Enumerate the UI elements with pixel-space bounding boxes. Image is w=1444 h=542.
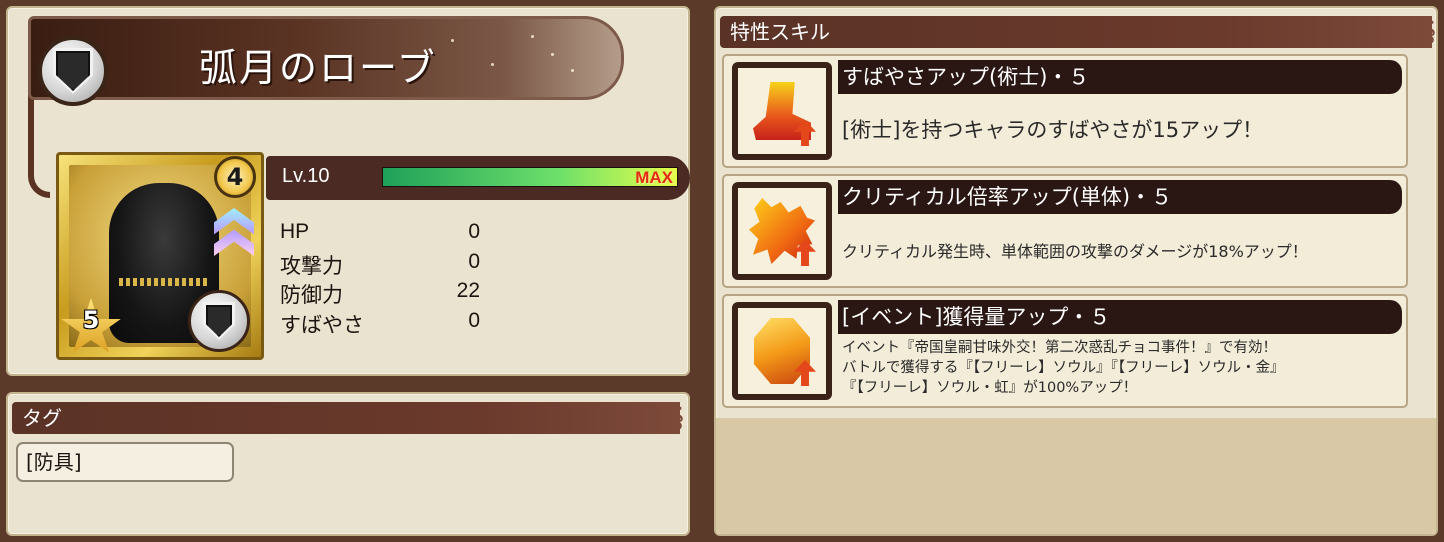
decorative-frame (28, 88, 50, 198)
swirl-ornament: § (1422, 15, 1436, 48)
shield-icon (53, 48, 93, 94)
tag-header-label: タグ (22, 406, 62, 430)
tag-header: タグ § (12, 402, 684, 434)
stat-row: HP 0 (280, 220, 480, 250)
level-label: Lv.10 (282, 165, 330, 187)
skill-item[interactable]: クリティカル倍率アップ(単体)・５ クリティカル発生時、単体範囲の攻撃のダメージ… (722, 174, 1408, 288)
skill-item[interactable]: すばやさアップ(術士)・５ [術士]を持つキャラのすばやさが15アップ！ (722, 54, 1408, 168)
skill-title: [イベント]獲得量アップ・５ (838, 300, 1402, 334)
stat-name: 防御力 (280, 284, 343, 307)
item-detail-panel: 弧月のローブ 4 5 Lv.10 MAX HP 0 攻撃力 0 防御力 22 すばやさ 0 (6, 6, 690, 376)
skill-header-label: 特性スキル (730, 20, 830, 44)
exp-gauge: MAX (382, 167, 678, 187)
stats-list: HP 0 攻撃力 0 防御力 22 すばやさ 0 (280, 220, 480, 338)
card-type-badge (188, 290, 250, 352)
equipment-type-emblem (38, 36, 108, 106)
skill-icon-frame (732, 62, 832, 160)
skill-desc: イベント『帝国皇嗣甘味外交！第二次惑乱チョコ事件！』で有効！ バトルで獲得する『… (842, 338, 1398, 398)
rarity-level-badge: 4 (214, 156, 256, 198)
exp-gauge-fill (383, 168, 677, 186)
stat-value: 0 (468, 249, 480, 273)
stat-value: 0 (468, 220, 480, 243)
stat-row: 防御力 22 (280, 279, 480, 309)
item-name: 弧月のローブ (199, 46, 437, 90)
shield-icon (203, 302, 235, 340)
skill-icon-frame (732, 182, 832, 280)
stat-value: 0 (468, 308, 480, 332)
tag-panel: タグ § [防具] (6, 392, 690, 536)
skill-desc-line: バトルで獲得する『【フリーレ】ソウル』『【フリーレ】ソウル・金』 (842, 360, 1285, 376)
skill-title: クリティカル倍率アップ(単体)・５ (838, 180, 1402, 214)
skill-desc: [術士]を持つキャラのすばやさが15アップ！ (842, 118, 1264, 142)
stat-row: すばやさ 0 (280, 309, 480, 339)
max-label: MAX (635, 168, 673, 187)
stat-row: 攻撃力 0 (280, 250, 480, 280)
skill-icon-frame (732, 302, 832, 400)
skill-header: 特性スキル § (720, 16, 1436, 48)
skill-title: すばやさアップ(術士)・５ (838, 60, 1402, 94)
skill-panel: 特性スキル § すばやさアップ(術士)・５ [術士]を持つキャラのすばやさが15… (714, 6, 1438, 536)
item-name-banner: 弧月のローブ (28, 16, 624, 100)
skill-item[interactable]: [イベント]獲得量アップ・５ イベント『帝国皇嗣甘味外交！第二次惑乱チョコ事件！… (722, 294, 1408, 408)
swirl-ornament: § (670, 401, 684, 434)
tag-chip[interactable]: [防具] (16, 442, 234, 482)
stat-value: 22 (456, 279, 480, 302)
level-bar: Lv.10 MAX (266, 156, 690, 200)
stat-name: すばやさ (280, 313, 364, 337)
stat-name: HP (280, 220, 310, 243)
star-count: 5 (82, 306, 100, 334)
skill-desc-line: 『【フリーレ】ソウル・虹』が100%アップ！ (842, 380, 1138, 396)
skill-desc-line: イベント『帝国皇嗣甘味外交！第二次惑乱チョコ事件！』で有効！ (842, 340, 1277, 356)
skill-desc: クリティカル発生時、単体範囲の攻撃のダメージが18%アップ！ (842, 242, 1308, 261)
stat-name: 攻撃力 (280, 254, 343, 278)
